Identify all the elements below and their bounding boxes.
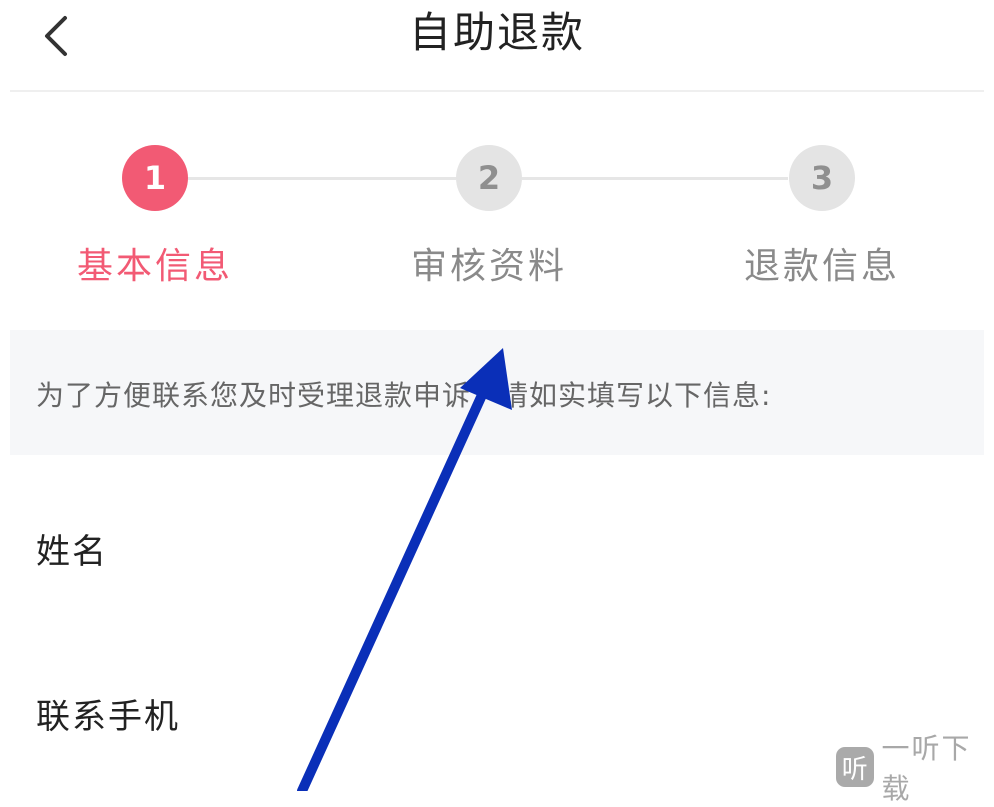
page-title: 自助退款 <box>0 0 994 66</box>
step-number-1: 1 <box>122 145 188 211</box>
step-number-2: 2 <box>456 145 522 211</box>
step-label-refund-info: 退款信息 <box>712 237 932 289</box>
name-field[interactable]: 姓名 <box>10 490 984 600</box>
step-basic-info: 1 基本信息 <box>45 145 265 289</box>
step-review-materials: 2 审核资料 <box>379 145 599 289</box>
watermark-text: 一听下载 <box>882 727 994 807</box>
step-label-review-materials: 审核资料 <box>379 237 599 289</box>
phone-label: 联系手机 <box>36 689 180 738</box>
notice-text: 为了方便联系您及时受理退款申诉，请如实填写以下信息: <box>36 374 771 414</box>
app-header: 自助退款 <box>0 0 994 92</box>
step-number-3: 3 <box>789 145 855 211</box>
watermark-logo: 听 <box>836 747 874 787</box>
step-progress: 1 基本信息 2 审核资料 3 退款信息 <box>0 130 994 300</box>
name-label: 姓名 <box>36 524 108 573</box>
step-label-basic-info: 基本信息 <box>45 237 265 289</box>
header-divider <box>10 90 984 92</box>
step-refund-info: 3 退款信息 <box>712 145 932 289</box>
info-notice: 为了方便联系您及时受理退款申诉，请如实填写以下信息: <box>10 330 984 455</box>
watermark: 听 一听下载 <box>836 745 994 789</box>
